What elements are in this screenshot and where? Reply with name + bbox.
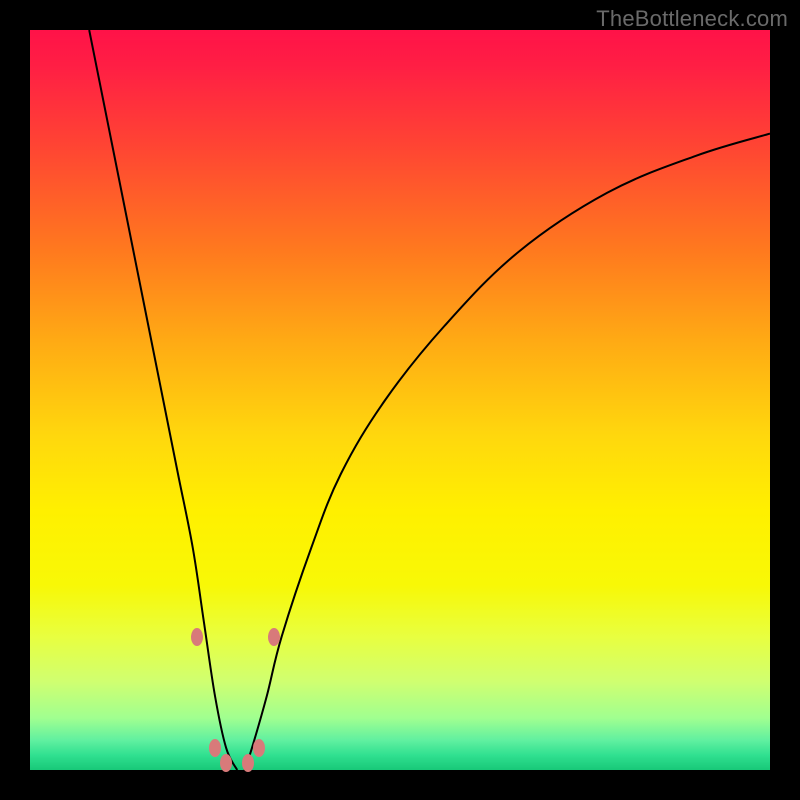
data-marker xyxy=(209,739,221,757)
plot-area xyxy=(30,30,770,770)
data-marker xyxy=(191,628,203,646)
curve-layer xyxy=(30,30,770,770)
left-curve xyxy=(89,30,237,770)
data-marker xyxy=(220,754,232,772)
watermark-text: TheBottleneck.com xyxy=(596,6,788,32)
chart-container: TheBottleneck.com xyxy=(0,0,800,800)
right-curve xyxy=(245,134,770,770)
data-marker xyxy=(253,739,265,757)
data-marker xyxy=(242,754,254,772)
data-marker xyxy=(268,628,280,646)
